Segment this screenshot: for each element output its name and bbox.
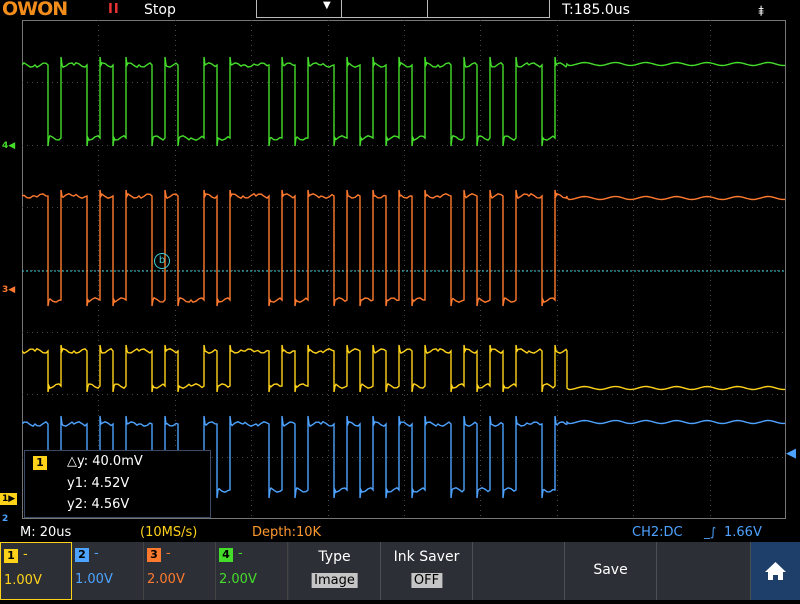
ink-saver-label: Ink Saver bbox=[393, 549, 460, 565]
ch4-offset-marker[interactable]: 4◀ bbox=[0, 140, 17, 152]
trigger-time-readout: T:185.0us bbox=[562, 2, 630, 18]
save-button[interactable]: Save bbox=[565, 542, 657, 600]
status-bar: M: 20us (10MS/s) Depth:10K CH2:DC _∫ 1.6… bbox=[0, 524, 800, 542]
channel-1-button[interactable]: 1 - 1.00V bbox=[0, 542, 72, 600]
trigger-position-marker-icon: ▼ bbox=[323, 0, 331, 11]
ink-saver-value: OFF bbox=[410, 573, 443, 588]
channel-4-scale: 2.00V bbox=[219, 572, 257, 587]
ch1-waveform bbox=[21, 344, 785, 393]
type-label: Type bbox=[318, 549, 351, 565]
save-label: Save bbox=[593, 562, 628, 578]
home-button[interactable] bbox=[751, 542, 800, 600]
top-bar: OWON II Stop ▼ T:185.0us ⯒ bbox=[0, 0, 800, 20]
run-state-label[interactable]: Stop bbox=[144, 2, 176, 18]
channel-4-coupling: - bbox=[238, 546, 243, 561]
channel-3-badge: 3 bbox=[147, 548, 161, 562]
channel-3-coupling: - bbox=[166, 546, 171, 561]
channel-4-badge: 4 bbox=[219, 548, 233, 562]
waveform-display[interactable] bbox=[21, 20, 786, 519]
delta-y-readout: △y: 40.0mV bbox=[67, 454, 143, 469]
channel-2-badge: 2 bbox=[75, 548, 89, 562]
cursor-measurement-panel: 1 △y: 40.0mV y1: 4.52V y2: 4.56V bbox=[24, 450, 211, 518]
rising-edge-icon: _∫ bbox=[704, 525, 717, 539]
channel-1-coupling: - bbox=[23, 547, 28, 562]
type-menu-button[interactable]: Type Image bbox=[289, 542, 381, 600]
channel-1-scale: 1.00V bbox=[4, 573, 42, 588]
channel-2-scale: 1.00V bbox=[75, 572, 113, 587]
ch4-waveform bbox=[21, 56, 785, 147]
trigger-level-marker-icon[interactable]: ◀ bbox=[786, 446, 796, 461]
home-icon bbox=[765, 562, 786, 580]
ch3-offset-marker[interactable]: 3◀ bbox=[0, 284, 17, 296]
trigger-source-readout: CH2:DC bbox=[632, 525, 683, 540]
empty-menu-slot bbox=[473, 542, 565, 600]
y1-readout: y1: 4.52V bbox=[67, 476, 130, 491]
channel-3-scale: 2.00V bbox=[147, 572, 185, 587]
sample-rate-readout: (10MS/s) bbox=[140, 525, 198, 540]
trigger-level-readout: 1.66V bbox=[724, 525, 762, 540]
channel-1-badge: 1 bbox=[4, 549, 18, 563]
channel-3-button[interactable]: 3 - 2.00V bbox=[144, 542, 216, 600]
channel-2-coupling: - bbox=[94, 546, 99, 561]
cursor-b-label[interactable]: b bbox=[154, 253, 170, 269]
timebase-readout: M: 20us bbox=[20, 525, 72, 540]
pause-icon: II bbox=[108, 2, 120, 17]
memory-position-bar bbox=[256, 0, 550, 18]
channel-2-button[interactable]: 2 - 1.00V bbox=[72, 542, 144, 600]
waveform-canvas bbox=[21, 20, 786, 519]
bottom-menu-bar: 1 - 1.00V 2 - 1.00V 3 - 2.00V 4 - 2.00V … bbox=[0, 542, 800, 600]
type-value: Image bbox=[311, 573, 358, 588]
memory-depth-readout: Depth:10K bbox=[252, 525, 322, 540]
ch3-waveform bbox=[21, 189, 785, 307]
measure-channel-badge: 1 bbox=[33, 456, 47, 470]
ink-saver-button[interactable]: Ink Saver OFF bbox=[381, 542, 473, 600]
y2-readout: y2: 4.56V bbox=[67, 497, 130, 512]
brand-logo: OWON bbox=[2, 0, 68, 20]
channel-4-button[interactable]: 4 - 2.00V bbox=[216, 542, 288, 600]
ch1-offset-marker[interactable]: 1▶ bbox=[0, 493, 18, 505]
empty-menu-slot-2 bbox=[657, 542, 751, 600]
